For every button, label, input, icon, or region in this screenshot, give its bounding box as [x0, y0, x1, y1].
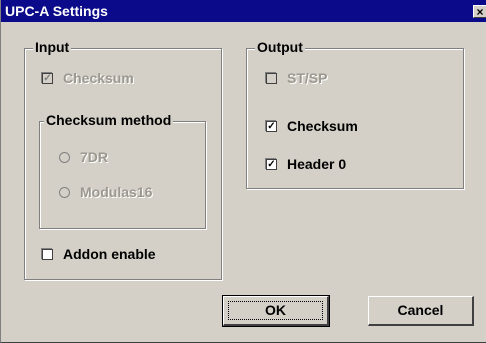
- checksum-method-legend: Checksum method: [44, 112, 174, 128]
- checkbox-box-icon: [266, 73, 277, 84]
- input-group: Input ✓ Checksum Checksum method 7DR Mod…: [24, 39, 222, 280]
- cancel-button-label: Cancel: [397, 302, 444, 318]
- cancel-button[interactable]: Cancel: [368, 296, 474, 326]
- ok-button[interactable]: OK: [222, 295, 330, 327]
- close-icon[interactable]: ×: [473, 5, 486, 18]
- addon-enable-label: Addon enable: [63, 246, 156, 262]
- ok-button-label: OK: [265, 302, 286, 318]
- radio-button-icon: [59, 187, 70, 198]
- radio-modulas16-label: Modulas16: [80, 184, 153, 200]
- output-stsp-label: ST/SP: [287, 70, 328, 86]
- input-checksum-label: Checksum: [63, 70, 134, 86]
- checksum-method-group: Checksum method 7DR Modulas16: [39, 112, 206, 229]
- checkbox-check-icon: ✓: [266, 159, 277, 170]
- window-title: UPC-A Settings: [5, 3, 108, 19]
- input-group-legend: Input: [33, 39, 72, 55]
- settings-dialog: UPC-A Settings × Input ✓ Checksum Checks…: [0, 0, 486, 343]
- checkbox-box-icon: [42, 249, 53, 260]
- title-bar: UPC-A Settings ×: [1, 0, 486, 22]
- checkbox-check-icon: ✓: [42, 73, 53, 84]
- output-group-legend: Output: [255, 39, 305, 55]
- radio-button-icon: [59, 152, 70, 163]
- output-header0-label: Header 0: [287, 156, 347, 172]
- checkbox-check-icon: ✓: [266, 121, 277, 132]
- output-checksum-label: Checksum: [287, 118, 358, 134]
- output-group: Output ST/SP ✓ Checksum ✓ Header 0: [246, 39, 464, 189]
- radio-7dr-label: 7DR: [80, 149, 109, 165]
